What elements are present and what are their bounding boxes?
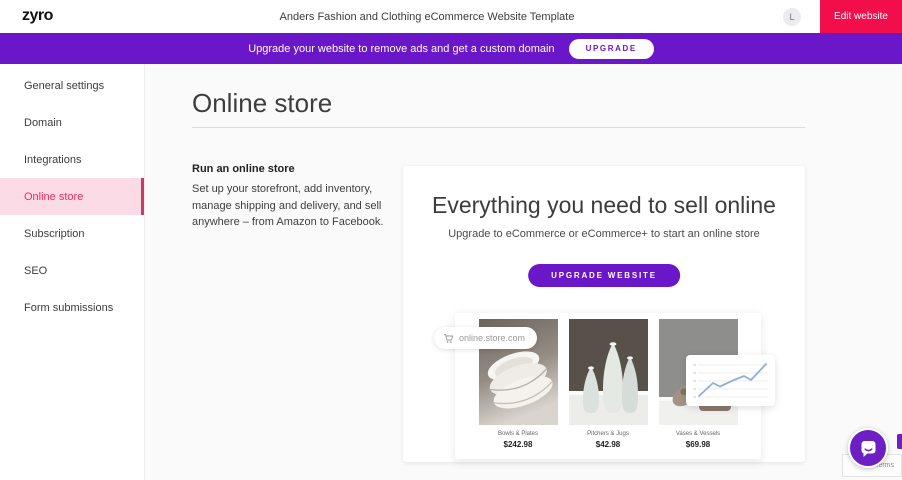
edit-website-button[interactable]: Edit website bbox=[820, 0, 902, 33]
product-name: Pitchers & Jugs bbox=[587, 431, 629, 437]
sales-chart-card bbox=[686, 355, 775, 406]
pitchers-product-image bbox=[569, 319, 648, 425]
product-price: $42.98 bbox=[596, 440, 620, 449]
cart-icon bbox=[443, 333, 454, 344]
product-name: Vases & Vessels bbox=[676, 431, 720, 437]
sidebar-item-form-submissions[interactable]: Form submissions bbox=[0, 289, 144, 326]
product-price: $242.98 bbox=[504, 440, 533, 449]
product-price: $69.98 bbox=[686, 440, 710, 449]
main-content: Online store Run an online store Set up … bbox=[145, 64, 902, 480]
chat-widget-tab bbox=[897, 434, 902, 449]
website-title: Anders Fashion and Clothing eCommerce We… bbox=[0, 11, 854, 23]
url-pill: online.store.com bbox=[434, 327, 537, 349]
url-text: online.store.com bbox=[459, 333, 525, 343]
page-title: Online store bbox=[192, 88, 332, 119]
chat-bubble-icon bbox=[858, 438, 879, 459]
sidebar-item-domain[interactable]: Domain bbox=[0, 104, 144, 141]
sidebar-item-integrations[interactable]: Integrations bbox=[0, 141, 144, 178]
upsell-subheading: Upgrade to eCommerce or eCommerce+ to st… bbox=[403, 228, 805, 240]
product-name: Bowls & Plates bbox=[498, 431, 538, 437]
settings-sidebar: General settings Domain Integrations Onl… bbox=[0, 64, 145, 480]
upsell-heading: Everything you need to sell online bbox=[403, 192, 805, 219]
sidebar-item-subscription[interactable]: Subscription bbox=[0, 215, 144, 252]
user-avatar[interactable]: L bbox=[783, 8, 801, 26]
upgrade-website-button[interactable]: UPGRADE WEBSITE bbox=[528, 264, 680, 287]
title-divider bbox=[192, 127, 805, 128]
app-window: zyro Anders Fashion and Clothing eCommer… bbox=[0, 0, 902, 480]
sidebar-item-seo[interactable]: SEO bbox=[0, 252, 144, 289]
intro-heading: Run an online store bbox=[192, 163, 295, 175]
chat-button[interactable] bbox=[848, 428, 888, 468]
upgrade-banner: Upgrade your website to remove ads and g… bbox=[0, 33, 902, 64]
top-bar: zyro Anders Fashion and Clothing eCommer… bbox=[0, 0, 902, 33]
upgrade-banner-text: Upgrade your website to remove ads and g… bbox=[248, 43, 554, 55]
sidebar-item-online-store[interactable]: Online store bbox=[0, 178, 144, 215]
sidebar-item-general-settings[interactable]: General settings bbox=[0, 67, 144, 104]
intro-body: Set up your storefront, add inventory, m… bbox=[192, 181, 392, 231]
upgrade-banner-button[interactable]: UPGRADE bbox=[569, 39, 654, 59]
line-chart-icon bbox=[686, 355, 775, 406]
upsell-card: Everything you need to sell online Upgra… bbox=[403, 166, 805, 462]
product-pitchers: Pitchers & Jugs $42.98 bbox=[569, 319, 648, 459]
